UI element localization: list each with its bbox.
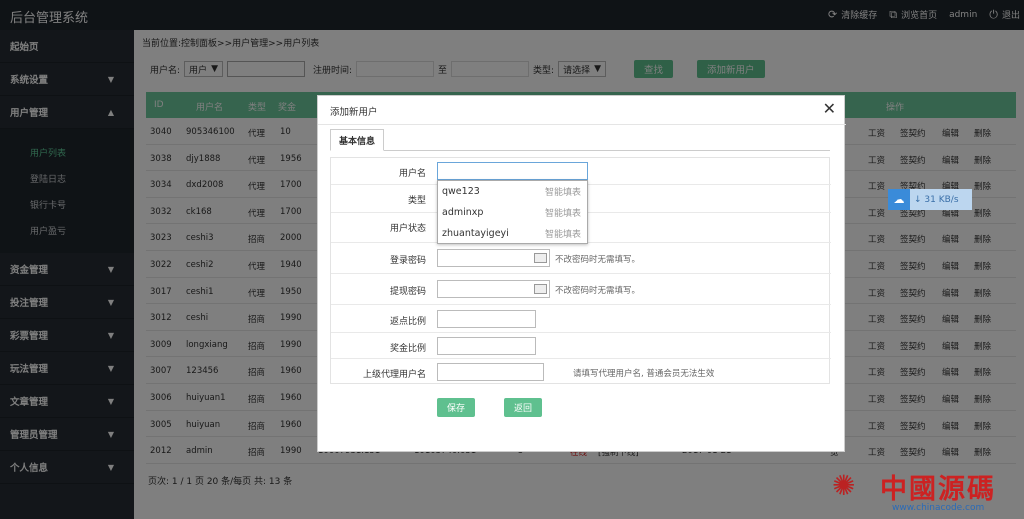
save-button[interactable]: 保存 <box>437 398 475 417</box>
username-label: 用户名 <box>398 169 426 179</box>
form-row-login-password: 登录密码 不改密码时无需填写。 <box>331 243 831 274</box>
parent-agent-label: 上级代理用户名 <box>362 370 426 380</box>
autocomplete-item[interactable]: adminxp 智能填表 <box>438 202 587 223</box>
add-user-modal: 添加新用户 ✕ 基本信息 用户名 qwe123 智能填表 adminxp 智能填表 … <box>317 95 846 452</box>
keyboard-icon[interactable] <box>534 284 547 294</box>
rebate-input[interactable] <box>437 310 536 328</box>
login-password-hint: 不改密码时无需填写。 <box>555 255 641 265</box>
autocomplete-value: qwe123 <box>442 186 480 197</box>
form-row-parent-agent: 上级代理用户名 请填写代理用户名, 普通会员无法生效 <box>331 359 831 385</box>
form-row-withdraw-password: 提现密码 不改密码时无需填写。 <box>331 274 831 305</box>
watermark-url: www.chinacode.com <box>892 503 985 513</box>
autocomplete-tag: 智能填表 <box>544 230 581 240</box>
status-label: 用户状态 <box>389 224 426 234</box>
form-row-username: 用户名 qwe123 智能填表 adminxp 智能填表 zhuantayigeyi… <box>331 158 831 244</box>
form-row-rebate: 返点比例 <box>331 305 831 333</box>
modal-title: 添加新用户 <box>330 107 378 118</box>
speed-text: 31 KB/s <box>924 194 959 205</box>
speed-widget[interactable]: ☁ ↓ 31 KB/s <box>888 189 972 210</box>
keyboard-icon[interactable] <box>534 253 547 263</box>
watermark-text: 中國源碼 <box>880 474 996 505</box>
close-icon[interactable]: ✕ <box>823 99 836 118</box>
type-label: 类型 <box>407 196 426 206</box>
autocomplete-dropdown: qwe123 智能填表 adminxp 智能填表 zhuantayigeyi 智能填表 <box>437 180 588 244</box>
divider <box>318 124 846 125</box>
autocomplete-item[interactable]: zhuantayigeyi 智能填表 <box>438 223 587 244</box>
speed-value: ↓ 31 KB/s <box>910 189 972 210</box>
back-button[interactable]: 返回 <box>504 398 542 417</box>
tab-basic-info[interactable]: 基本信息 <box>330 129 385 151</box>
withdraw-password-input[interactable] <box>437 280 550 298</box>
parent-agent-input[interactable] <box>437 363 544 381</box>
form-row-bonus: 奖金比例 <box>331 333 831 359</box>
autocomplete-tag: 智能填表 <box>544 209 581 219</box>
rebate-label: 返点比例 <box>389 317 426 327</box>
bonus-input[interactable] <box>437 337 536 355</box>
watermark-logo-icon: ✺ <box>832 469 856 502</box>
withdraw-password-hint: 不改密码时无需填写。 <box>555 286 641 296</box>
withdraw-password-label: 提现密码 <box>389 287 426 297</box>
add-user-form: 用户名 qwe123 智能填表 adminxp 智能填表 zhuantayigeyi… <box>330 157 831 385</box>
autocomplete-tag: 智能填表 <box>544 188 581 198</box>
modal-tabbar: 基本信息 <box>330 129 830 151</box>
bonus-label: 奖金比例 <box>389 344 426 354</box>
cloud-icon: ☁ <box>888 189 910 210</box>
login-password-input[interactable] <box>437 249 550 267</box>
login-password-label: 登录密码 <box>389 256 426 266</box>
username-input[interactable] <box>437 162 588 180</box>
autocomplete-item[interactable]: qwe123 智能填表 <box>438 181 587 202</box>
watermark: ✺ 中國源碼 www.chinacode.com <box>832 463 1022 519</box>
autocomplete-value: adminxp <box>442 207 484 218</box>
parent-agent-hint: 请填写代理用户名, 普通会员无法生效 <box>573 369 715 379</box>
autocomplete-value: zhuantayigeyi <box>442 228 509 239</box>
